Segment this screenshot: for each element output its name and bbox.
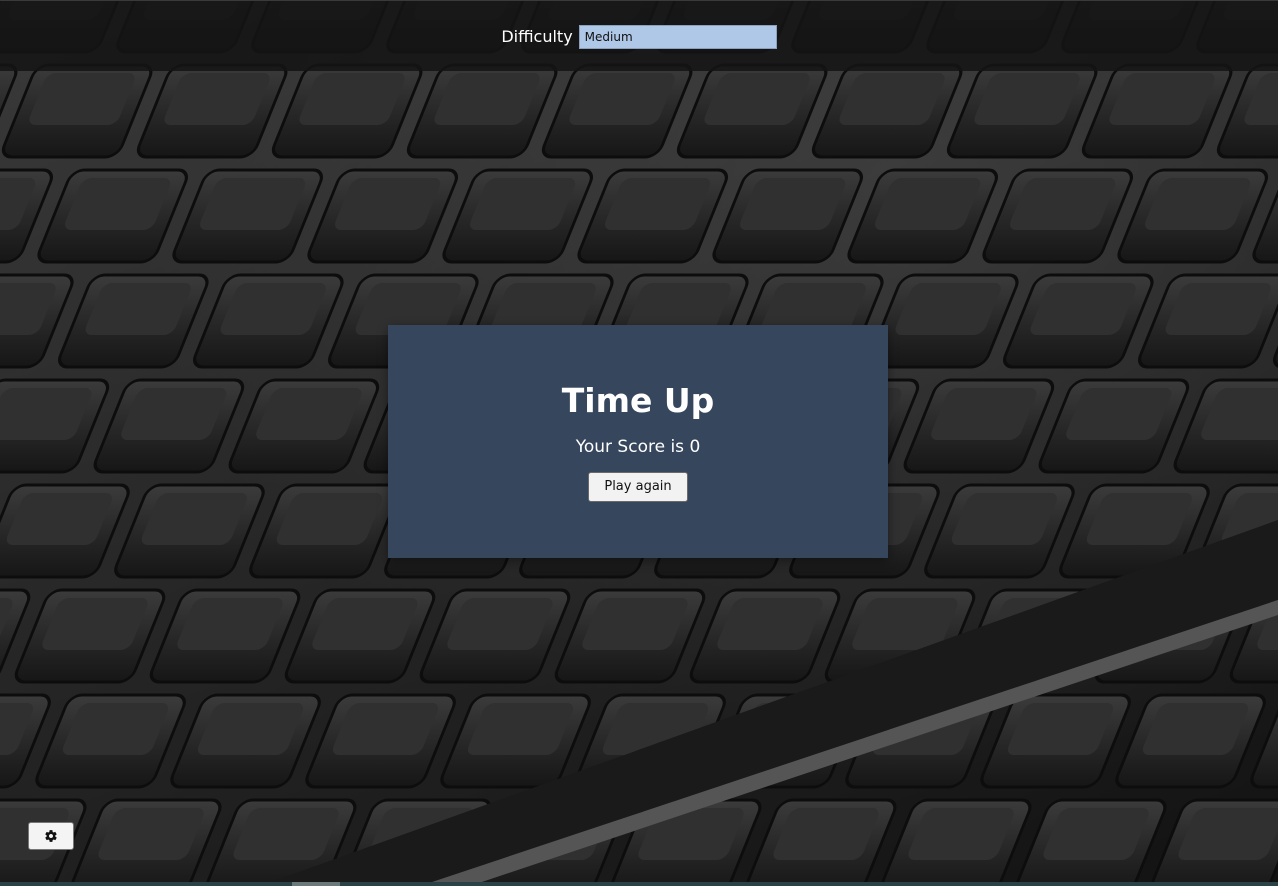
score-value: 0: [689, 437, 701, 457]
bottom-scrollbar[interactable]: [0, 882, 1278, 886]
difficulty-select[interactable]: Medium: [578, 24, 777, 49]
score-prefix: Your Score is: [575, 437, 685, 457]
scrollbar-thumb[interactable]: [292, 882, 340, 886]
top-bar: Difficulty Medium: [0, 0, 1278, 71]
difficulty-label: Difficulty: [501, 26, 573, 46]
final-score-text: Your Score is 0: [388, 437, 888, 457]
time-up-modal: Time Up Your Score is 0 Play again: [388, 325, 888, 558]
gear-icon: [45, 830, 57, 842]
play-again-button[interactable]: Play again: [588, 472, 688, 502]
settings-button[interactable]: [28, 822, 74, 850]
modal-title: Time Up: [561, 381, 715, 420]
